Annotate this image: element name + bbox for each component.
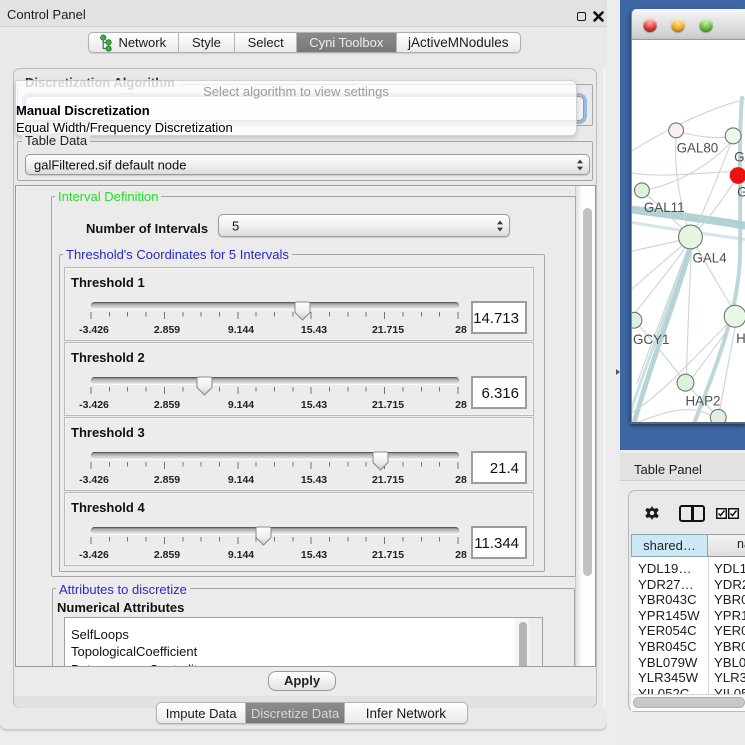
- svg-text:HAP2: HAP2: [686, 393, 721, 408]
- svg-text:GAL80: GAL80: [677, 141, 719, 156]
- svg-text:GAL4: GAL4: [692, 251, 727, 266]
- svg-text:G: G: [737, 184, 745, 199]
- svg-text:GCY1: GCY1: [633, 332, 669, 347]
- svg-text:HIS: HIS: [736, 331, 745, 346]
- svg-text:GAL11: GAL11: [644, 200, 685, 215]
- svg-text:GAL: GAL: [734, 150, 745, 165]
